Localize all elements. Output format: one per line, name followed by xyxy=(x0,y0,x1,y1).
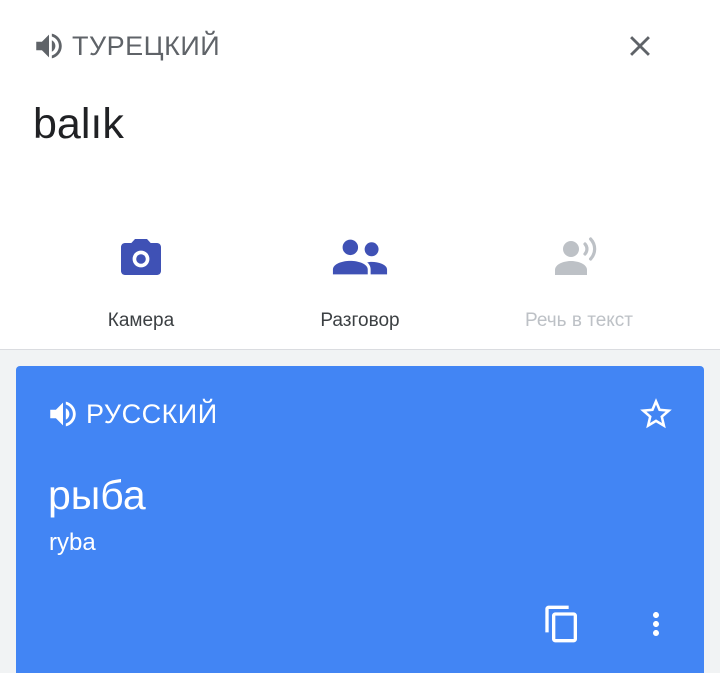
copy-icon xyxy=(545,605,577,643)
source-panel: ТУРЕЦКИЙ balık Камера Разговор Речь в те… xyxy=(0,0,720,350)
star-outline-icon xyxy=(640,398,672,429)
camera-button[interactable]: Камера xyxy=(31,222,251,342)
source-language-label: ТУРЕЦКИЙ xyxy=(72,30,221,61)
speech-to-text-label: Речь в текст xyxy=(524,310,633,331)
translation-card: РУССКИЙ рыба ryba xyxy=(16,366,704,673)
transliteration-text: ryba xyxy=(49,529,96,556)
target-language-button[interactable]: РУССКИЙ xyxy=(46,396,218,432)
speaker-icon[interactable] xyxy=(32,29,66,63)
speaker-icon[interactable] xyxy=(46,397,80,431)
source-language-button[interactable]: ТУРЕЦКИЙ xyxy=(32,28,220,64)
more-vert-icon xyxy=(653,612,659,636)
action-bar: Камера Разговор Речь в текст xyxy=(0,222,720,342)
close-button[interactable] xyxy=(616,22,664,70)
translation-text[interactable]: рыба xyxy=(48,472,146,519)
speech-to-text-icon xyxy=(555,237,597,275)
source-text[interactable]: balık xyxy=(33,100,124,149)
more-options-button[interactable] xyxy=(636,598,676,650)
speech-to-text-button[interactable]: Речь в текст xyxy=(469,222,689,342)
target-language-label: РУССКИЙ xyxy=(86,398,218,429)
conversation-label: Разговор xyxy=(320,310,400,331)
conversation-button[interactable]: Разговор xyxy=(250,222,470,342)
camera-label: Камера xyxy=(107,310,175,331)
conversation-icon xyxy=(332,239,388,275)
copy-button[interactable] xyxy=(536,598,588,650)
camera-icon xyxy=(121,239,161,275)
close-icon xyxy=(630,36,650,56)
save-star-button[interactable] xyxy=(632,390,680,438)
